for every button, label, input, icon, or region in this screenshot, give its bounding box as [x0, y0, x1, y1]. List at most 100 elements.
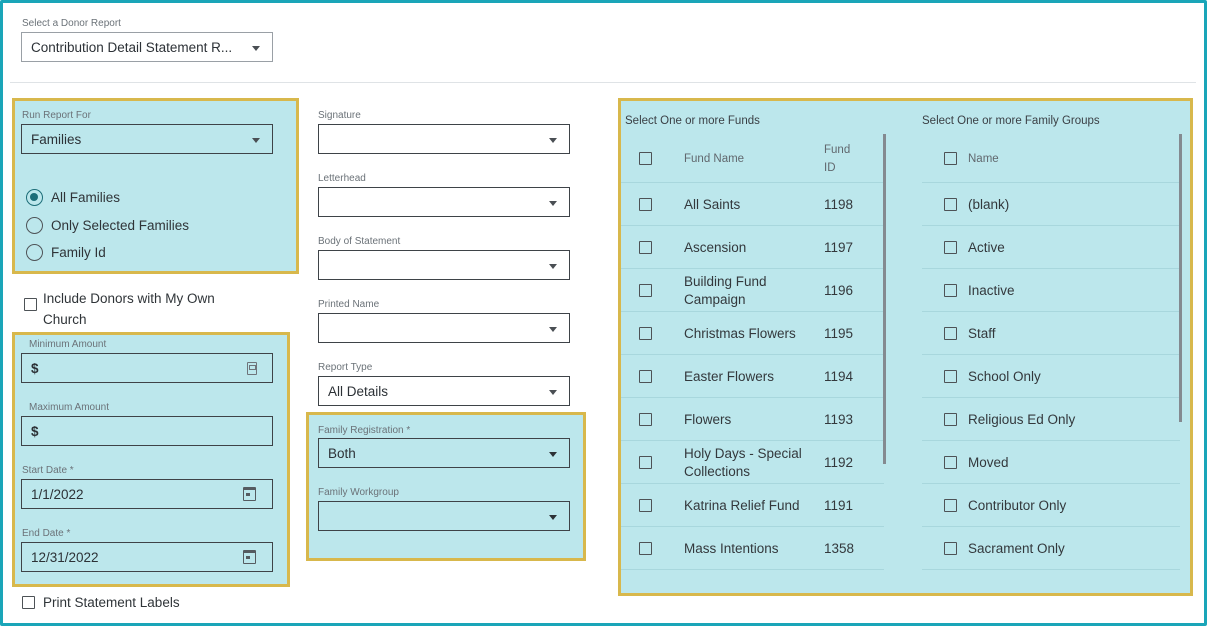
- fund-row[interactable]: All Saints 1198: [621, 183, 884, 226]
- family-groups-title: Select One or more Family Groups: [922, 115, 1100, 127]
- funds-header-row: Fund Name Fund ID: [621, 134, 884, 183]
- family-registration-select[interactable]: Both: [318, 438, 570, 468]
- calendar-icon[interactable]: [243, 487, 256, 501]
- donor-report-select[interactable]: Contribution Detail Statement R...: [21, 32, 273, 62]
- funds-scrollbar[interactable]: [883, 134, 886, 464]
- fund-checkbox[interactable]: [639, 499, 652, 512]
- family-group-checkbox[interactable]: [944, 241, 957, 254]
- family-group-name: Active: [968, 239, 1005, 255]
- fund-name: Building Fund Campaign: [684, 269, 767, 312]
- fund-checkbox[interactable]: [639, 284, 652, 297]
- chevron-down-icon: [252, 46, 260, 51]
- print-labels-checkbox[interactable]: [22, 596, 35, 614]
- radio-family-id[interactable]: Family Id: [26, 244, 106, 261]
- include-donors-label: Include Donors with My Own Church: [43, 288, 215, 330]
- radio-unselected-icon[interactable]: [26, 217, 43, 234]
- family-group-row[interactable]: Active: [922, 226, 1180, 269]
- fund-name: All Saints: [684, 183, 740, 226]
- family-group-checkbox[interactable]: [944, 370, 957, 383]
- fund-row[interactable]: Easter Flowers 1194: [621, 355, 884, 398]
- fund-name-line1: Christmas Flowers: [684, 325, 796, 341]
- radio-label: All Families: [51, 190, 121, 205]
- fund-checkbox[interactable]: [639, 198, 652, 211]
- fund-checkbox[interactable]: [639, 542, 652, 555]
- run-report-select[interactable]: Families: [21, 124, 273, 154]
- checkbox-icon[interactable]: [24, 298, 37, 311]
- family-group-row[interactable]: Inactive: [922, 269, 1180, 312]
- start-date-input[interactable]: 1/1/2022: [21, 479, 273, 509]
- fund-name-line1: All Saints: [684, 196, 741, 212]
- funds-table: Fund Name Fund ID All Saints 1198 Ascensio…: [621, 134, 884, 582]
- fund-name: Mass Intentions: [684, 527, 779, 570]
- fund-row[interactable]: Flowers 1193: [621, 398, 884, 441]
- family-registration-value: Both: [328, 445, 356, 461]
- min-amount-input[interactable]: $: [21, 353, 273, 383]
- fund-row[interactable]: Mass Intentions 1358: [621, 527, 884, 570]
- signature-label: Signature: [318, 110, 361, 121]
- fund-checkbox[interactable]: [639, 241, 652, 254]
- fund-row[interactable]: Katrina Relief Fund 1191: [621, 484, 884, 527]
- chevron-down-icon: [549, 515, 557, 520]
- calculator-icon[interactable]: [247, 362, 257, 375]
- run-report-value: Families: [31, 131, 82, 147]
- select-all-groups-checkbox[interactable]: [944, 152, 957, 165]
- family-group-checkbox[interactable]: [944, 499, 957, 512]
- family-group-row[interactable]: Sacrament Only: [922, 527, 1180, 570]
- family-group-row[interactable]: Religious Ed Only: [922, 398, 1180, 441]
- fund-id: 1197: [824, 239, 854, 255]
- family-group-row[interactable]: Staff: [922, 312, 1180, 355]
- chevron-down-icon: [549, 138, 557, 143]
- fund-checkbox[interactable]: [639, 327, 652, 340]
- include-donors-label-line1: Include Donors with My Own: [43, 291, 215, 306]
- include-donors-checkbox[interactable]: [24, 298, 37, 316]
- end-date-value: 12/31/2022: [31, 549, 99, 565]
- family-group-checkbox[interactable]: [944, 327, 957, 340]
- chevron-down-icon: [252, 138, 260, 143]
- family-group-row[interactable]: School Only: [922, 355, 1180, 398]
- radio-unselected-icon[interactable]: [26, 244, 43, 261]
- body-select[interactable]: [318, 250, 570, 280]
- report-type-select[interactable]: All Details: [318, 376, 570, 406]
- start-date-value: 1/1/2022: [31, 486, 84, 502]
- fund-row[interactable]: Building Fund Campaign 1196: [621, 269, 884, 312]
- fund-checkbox[interactable]: [639, 413, 652, 426]
- family-group-checkbox[interactable]: [944, 413, 957, 426]
- fund-name: Flowers: [684, 398, 731, 441]
- radio-selected-icon[interactable]: [26, 189, 43, 206]
- dollar-prefix: $: [31, 423, 39, 439]
- family-group-checkbox[interactable]: [944, 456, 957, 469]
- fund-name: Easter Flowers: [684, 355, 774, 398]
- max-amount-label: Maximum Amount: [29, 402, 110, 413]
- radio-only-selected-families[interactable]: Only Selected Families: [26, 217, 189, 234]
- calendar-icon[interactable]: [243, 550, 256, 564]
- radio-label: Family Id: [51, 245, 106, 260]
- fund-row[interactable]: Holy Days - Special Collections 1192: [621, 441, 884, 484]
- fund-row[interactable]: Ascension 1197: [621, 226, 884, 269]
- family-group-checkbox[interactable]: [944, 198, 957, 211]
- family-groups-scrollbar[interactable]: [1179, 134, 1182, 422]
- fund-id: 1196: [824, 282, 854, 298]
- family-group-row[interactable]: Moved: [922, 441, 1180, 484]
- max-amount-input[interactable]: $: [21, 416, 273, 446]
- family-workgroup-select[interactable]: [318, 501, 570, 531]
- family-registration-label: Family Registration *: [318, 425, 411, 436]
- report-type-label: Report Type: [318, 362, 373, 373]
- family-group-row[interactable]: (blank): [922, 183, 1180, 226]
- family-group-checkbox[interactable]: [944, 542, 957, 555]
- radio-all-families[interactable]: All Families: [26, 189, 120, 206]
- fund-name-line1: Katrina Relief Fund: [684, 497, 800, 513]
- fund-name: Holy Days - Special Collections: [684, 441, 802, 484]
- letterhead-select[interactable]: [318, 187, 570, 217]
- fund-id: 1193: [824, 411, 854, 427]
- printed-name-select[interactable]: [318, 313, 570, 343]
- fund-checkbox[interactable]: [639, 456, 652, 469]
- signature-select[interactable]: [318, 124, 570, 154]
- fund-checkbox[interactable]: [639, 370, 652, 383]
- select-all-funds-checkbox[interactable]: [639, 152, 652, 165]
- checkbox-icon[interactable]: [22, 596, 35, 609]
- family-group-checkbox[interactable]: [944, 284, 957, 297]
- end-date-input[interactable]: 12/31/2022: [21, 542, 273, 572]
- family-group-row[interactable]: Contributor Only: [922, 484, 1180, 527]
- chevron-down-icon: [549, 201, 557, 206]
- fund-row[interactable]: Christmas Flowers 1195: [621, 312, 884, 355]
